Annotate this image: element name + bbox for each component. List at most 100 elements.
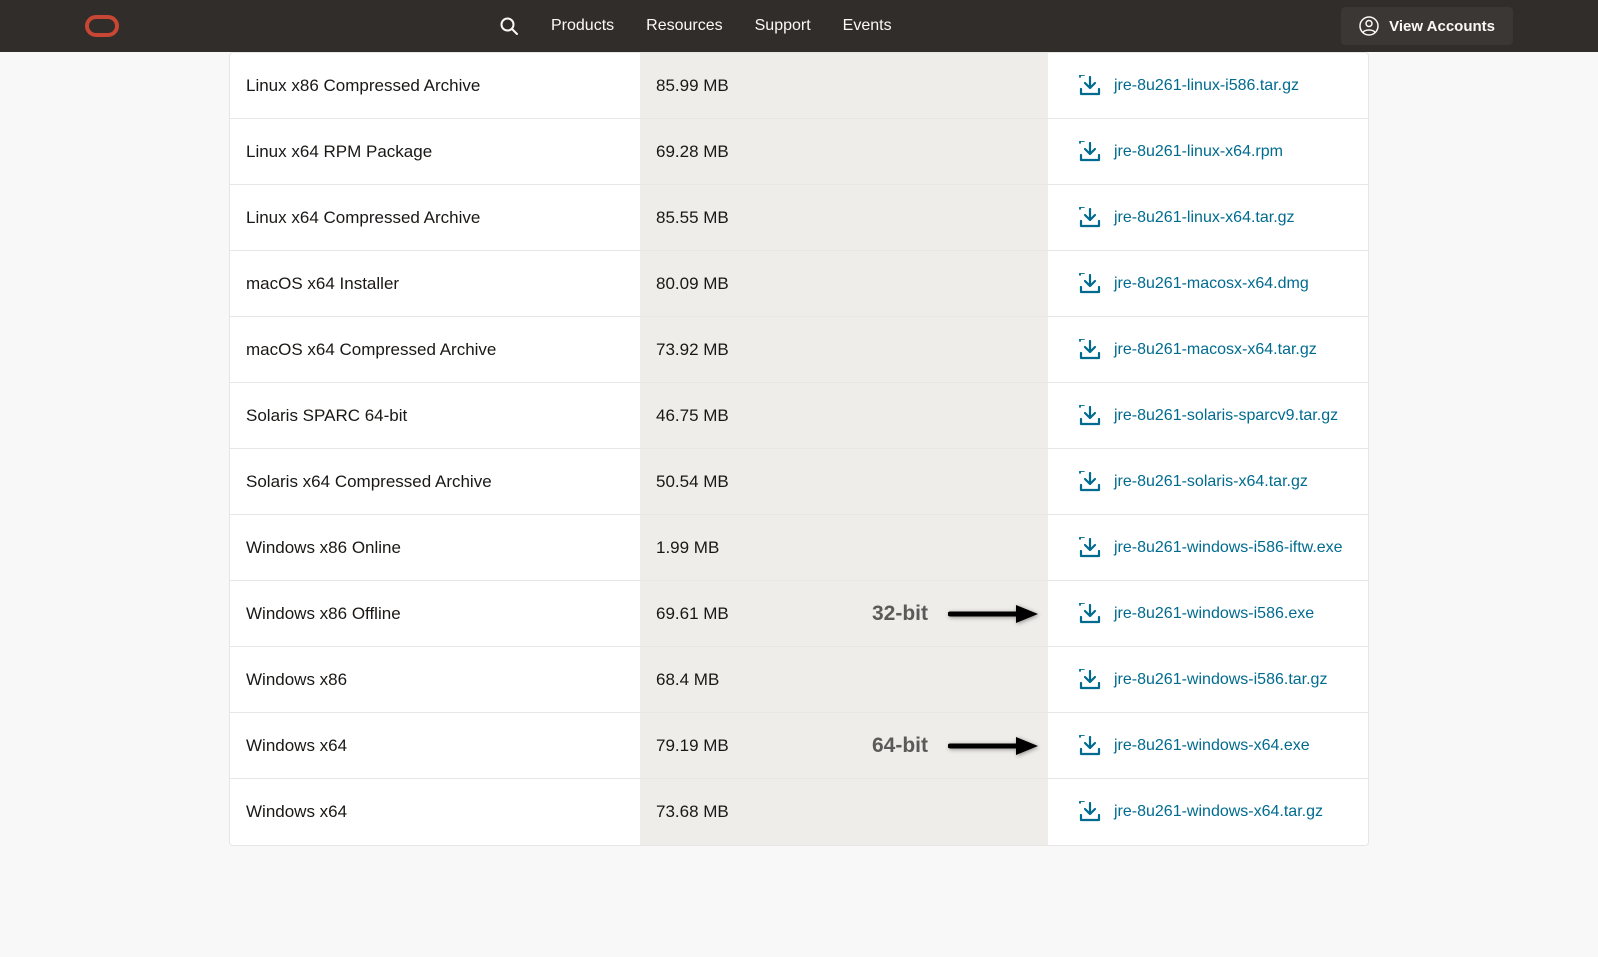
file-size-value: 69.28 MB [656,142,729,162]
product-name: Linux x64 RPM Package [230,122,640,182]
table-row: Solaris x64 Compressed Archive 50.54 MB j… [230,449,1368,515]
table-row: macOS x64 Compressed Archive 73.92 MB jre… [230,317,1368,383]
file-size-value: 85.99 MB [656,76,729,96]
file-size: 73.92 MB [640,317,1048,382]
file-size: 79.19 MB 64-bit [640,713,1048,778]
download-icon[interactable] [1078,141,1102,163]
product-name: Windows x86 [230,650,640,710]
product-name: Windows x86 Online [230,518,640,578]
file-size-value: 50.54 MB [656,472,729,492]
download-icon[interactable] [1078,339,1102,361]
file-size: 46.75 MB [640,383,1048,448]
download-cell: jre-8u261-solaris-x64.tar.gz [1048,451,1368,513]
download-icon[interactable] [1078,669,1102,691]
download-icon[interactable] [1078,273,1102,295]
nav-events[interactable]: Events [843,17,892,35]
download-icon[interactable] [1078,735,1102,757]
download-link[interactable]: jre-8u261-linux-i586.tar.gz [1114,77,1299,95]
table-row: Windows x86 Online 1.99 MB jre-8u261-wind… [230,515,1368,581]
download-cell: jre-8u261-linux-x64.tar.gz [1048,187,1368,249]
product-name: Windows x64 [230,716,640,776]
download-cell: jre-8u261-windows-x64.tar.gz [1048,781,1368,843]
file-size: 85.99 MB [640,53,1048,118]
table-row: Linux x64 Compressed Archive85.55 MB jre… [230,185,1368,251]
user-icon [1359,16,1379,36]
download-cell: jre-8u261-windows-x64.exe [1048,715,1368,777]
product-name: Solaris x64 Compressed Archive [230,452,640,512]
oracle-logo[interactable] [85,15,119,37]
file-size: 50.54 MB [640,449,1048,514]
file-size-value: 85.55 MB [656,208,729,228]
annotation-text: 64-bit [872,734,928,758]
table-row: Windows x64 73.68 MB jre-8u261-windows-x6… [230,779,1368,845]
download-link[interactable]: jre-8u261-linux-x64.rpm [1114,143,1283,161]
download-link[interactable]: jre-8u261-solaris-sparcv9.tar.gz [1114,407,1338,425]
table-row: macOS x64 Installer80.09 MB jre-8u261-ma… [230,251,1368,317]
file-size-value: 73.68 MB [656,802,729,822]
download-link[interactable]: jre-8u261-linux-x64.tar.gz [1114,209,1295,227]
download-cell: jre-8u261-macosx-x64.dmg [1048,253,1368,315]
download-icon[interactable] [1078,801,1102,823]
view-accounts-button[interactable]: View Accounts [1341,7,1513,45]
arrow-icon [948,735,1038,757]
download-icon[interactable] [1078,471,1102,493]
file-size: 68.4 MB [640,647,1048,712]
table-row: Windows x86 Offline 69.61 MB 32-bit jre-8u… [230,581,1368,647]
download-cell: jre-8u261-solaris-sparcv9.tar.gz [1048,385,1368,447]
view-accounts-label: View Accounts [1389,18,1495,35]
download-cell: jre-8u261-windows-i586.tar.gz [1048,649,1368,711]
search-icon[interactable] [499,16,519,36]
nav-resources[interactable]: Resources [646,17,722,35]
oracle-icon [85,15,119,37]
nav-support[interactable]: Support [755,17,811,35]
file-size-value: 69.61 MB [656,604,729,624]
product-name: macOS x64 Compressed Archive [230,320,640,380]
download-icon[interactable] [1078,603,1102,625]
download-link[interactable]: jre-8u261-windows-i586.tar.gz [1114,671,1327,689]
file-size-value: 68.4 MB [656,670,719,690]
downloads-table: Linux x86 Compressed Archive85.99 MB jre… [229,52,1369,846]
header-left: Products Resources Support Events [85,15,892,37]
table-row: Solaris SPARC 64-bit 46.75 MB jre-8u261-s… [230,383,1368,449]
file-size: 69.28 MB [640,119,1048,184]
file-size-value: 46.75 MB [656,406,729,426]
table-row: Linux x86 Compressed Archive85.99 MB jre… [230,53,1368,119]
table-row: Windows x86 68.4 MB jre-8u261-windows-i58… [230,647,1368,713]
file-size-value: 1.99 MB [656,538,719,558]
file-size: 69.61 MB 32-bit [640,581,1048,646]
annotation: 32-bit [872,602,1038,626]
download-link[interactable]: jre-8u261-macosx-x64.tar.gz [1114,341,1317,359]
file-size-value: 73.92 MB [656,340,729,360]
file-size: 85.55 MB [640,185,1048,250]
table-row: Linux x64 RPM Package 69.28 MB jre-8u261-… [230,119,1368,185]
download-link[interactable]: jre-8u261-windows-x64.exe [1114,737,1310,755]
main-container: Linux x86 Compressed Archive85.99 MB jre… [139,52,1459,846]
annotation-text: 32-bit [872,602,928,626]
download-icon[interactable] [1078,207,1102,229]
download-cell: jre-8u261-windows-i586.exe [1048,583,1368,645]
product-name: Solaris SPARC 64-bit [230,386,640,446]
file-size: 73.68 MB [640,779,1048,845]
download-cell: jre-8u261-linux-x64.rpm [1048,121,1368,183]
table-row: Windows x64 79.19 MB 64-bit jre-8u261-wind… [230,713,1368,779]
annotation: 64-bit [872,734,1038,758]
download-link[interactable]: jre-8u261-solaris-x64.tar.gz [1114,473,1308,491]
nav-products[interactable]: Products [551,17,614,35]
download-link[interactable]: jre-8u261-windows-x64.tar.gz [1114,803,1323,821]
download-cell: jre-8u261-windows-i586-iftw.exe [1048,517,1368,579]
download-link[interactable]: jre-8u261-windows-i586.exe [1114,605,1314,623]
download-icon[interactable] [1078,75,1102,97]
nav: Products Resources Support Events [499,16,892,36]
download-icon[interactable] [1078,405,1102,427]
header: Products Resources Support Events View A… [0,0,1598,52]
product-name: Windows x64 [230,782,640,842]
download-link[interactable]: jre-8u261-macosx-x64.dmg [1114,275,1309,293]
file-size: 80.09 MB [640,251,1048,316]
download-cell: jre-8u261-macosx-x64.tar.gz [1048,319,1368,381]
product-name: Windows x86 Offline [230,584,640,644]
download-icon[interactable] [1078,537,1102,559]
arrow-icon [948,603,1038,625]
download-link[interactable]: jre-8u261-windows-i586-iftw.exe [1114,539,1343,557]
product-name: macOS x64 Installer [230,254,640,314]
file-size-value: 79.19 MB [656,736,729,756]
